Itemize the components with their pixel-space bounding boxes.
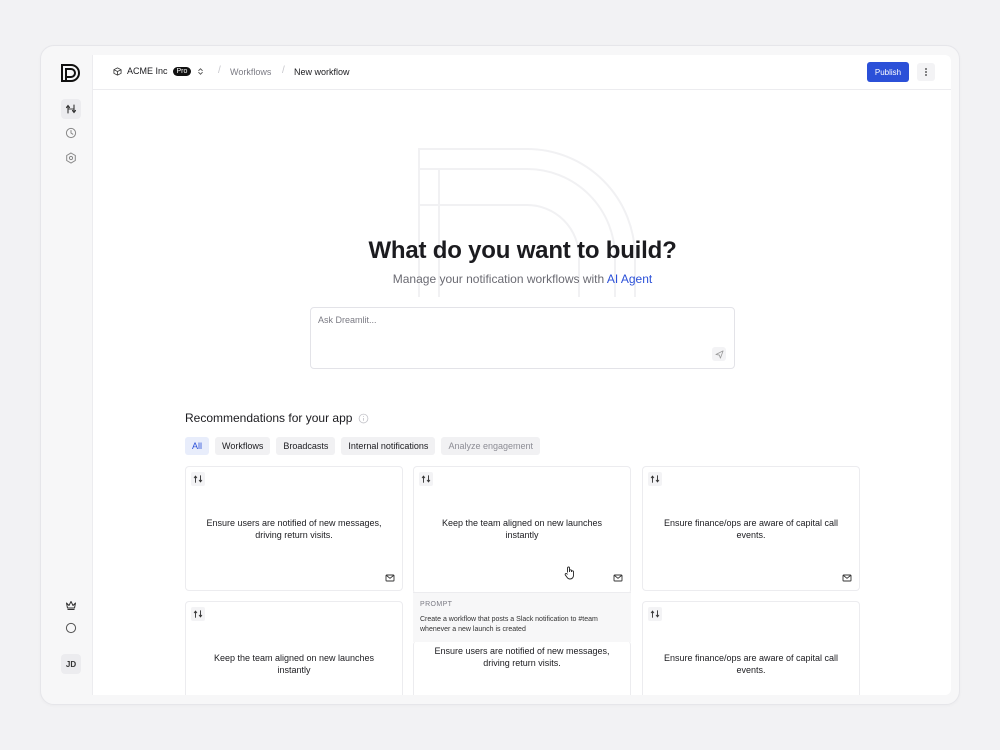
prompt-input[interactable]: Ask Dreamlit... xyxy=(310,307,735,369)
info-icon[interactable] xyxy=(358,413,369,424)
card-text: Ensure finance/ops are aware of capital … xyxy=(663,653,839,675)
org-name: ACME Inc xyxy=(127,66,168,76)
hero-title: What do you want to build? xyxy=(368,237,677,264)
mail-icon xyxy=(385,574,395,582)
breadcrumb-separator: / xyxy=(282,65,285,76)
recommendation-card[interactable]: Keep the team aligned on new launches in… xyxy=(413,466,631,594)
card-text: Keep the team aligned on new launches in… xyxy=(213,653,375,675)
history-icon xyxy=(65,127,77,139)
workflows-icon xyxy=(648,472,662,486)
filter-analyze-engagement[interactable]: Analyze engagement xyxy=(441,437,540,455)
sidebar: JD xyxy=(50,55,92,695)
workflows-icon xyxy=(65,104,77,114)
dreamlit-logo[interactable] xyxy=(60,63,82,83)
workflows-icon xyxy=(191,472,205,486)
publish-button[interactable]: Publish xyxy=(867,62,909,82)
hero-subtitle-text: Manage your notification workflows with xyxy=(392,272,607,286)
sidebar-item-settings[interactable] xyxy=(61,148,81,168)
settings-icon xyxy=(66,152,76,164)
main-panel: ACME Inc Pro / Workflows / New workflow … xyxy=(92,55,951,695)
prompt-preview: PROMPT Create a workflow that posts a Sl… xyxy=(413,592,631,642)
workflows-icon xyxy=(648,607,662,621)
filter-workflows[interactable]: Workflows xyxy=(215,437,271,455)
org-switcher[interactable]: ACME Inc Pro xyxy=(113,66,205,76)
plan-badge: Pro xyxy=(172,66,192,76)
sidebar-item-upgrade[interactable] xyxy=(61,595,81,615)
recommendations-heading: Recommendations for your app xyxy=(185,411,353,425)
recommendation-card[interactable]: Keep the team aligned on new launches in… xyxy=(185,601,403,695)
prompt-placeholder: Ask Dreamlit... xyxy=(318,315,377,325)
prompt-text: Create a workflow that posts a Slack not… xyxy=(420,616,598,633)
filter-internal-notifications[interactable]: Internal notifications xyxy=(341,437,436,455)
mail-icon xyxy=(613,574,623,582)
recommendation-card[interactable]: Ensure finance/ops are aware of capital … xyxy=(642,601,860,695)
topbar: ACME Inc Pro / Workflows / New workflow … xyxy=(93,55,951,90)
sidebar-item-workflows[interactable] xyxy=(61,99,81,119)
breadcrumb-separator: / xyxy=(218,65,221,76)
chevron-updown-icon xyxy=(198,67,204,75)
card-text: Ensure finance/ops are aware of capital … xyxy=(663,518,839,540)
avatar[interactable]: JD xyxy=(61,654,81,674)
prompt-label: PROMPT xyxy=(420,601,453,608)
card-text: Ensure users are notified of new message… xyxy=(434,646,610,668)
more-options-button[interactable] xyxy=(917,63,935,81)
circle-icon xyxy=(65,622,77,634)
recommendation-card[interactable]: Ensure users are notified of new message… xyxy=(185,466,403,591)
filter-tabs: All Workflows Broadcasts Internal notifi… xyxy=(185,437,540,455)
workflows-icon xyxy=(419,472,433,486)
ai-agent-link[interactable]: AI Agent xyxy=(607,272,652,286)
breadcrumb-current: New workflow xyxy=(294,67,350,77)
card-text: Keep the team aligned on new launches in… xyxy=(441,518,603,540)
recommendations-title: Recommendations for your app xyxy=(185,411,369,425)
send-button[interactable] xyxy=(712,347,726,361)
recommendation-card[interactable]: Ensure finance/ops are aware of capital … xyxy=(642,466,860,591)
kebab-icon xyxy=(925,68,927,76)
hand-cursor-icon xyxy=(564,566,574,580)
sidebar-item-history[interactable] xyxy=(61,123,81,143)
workflows-icon xyxy=(191,607,205,621)
filter-all[interactable]: All xyxy=(185,437,210,455)
breadcrumb-workflows[interactable]: Workflows xyxy=(230,67,271,77)
sidebar-item-status[interactable] xyxy=(61,618,81,638)
hero-subtitle: Manage your notification workflows with … xyxy=(93,272,951,286)
cube-icon xyxy=(113,66,122,76)
filter-broadcasts[interactable]: Broadcasts xyxy=(276,437,336,455)
recommendation-card[interactable]: Ensure users are notified of new message… xyxy=(413,641,631,695)
card-text: Ensure users are notified of new message… xyxy=(206,518,382,540)
mail-icon xyxy=(842,574,852,582)
crown-icon xyxy=(66,601,76,610)
send-icon xyxy=(714,349,724,359)
app-window: JD ACME Inc Pro / Workflows / New workfl… xyxy=(50,55,951,695)
